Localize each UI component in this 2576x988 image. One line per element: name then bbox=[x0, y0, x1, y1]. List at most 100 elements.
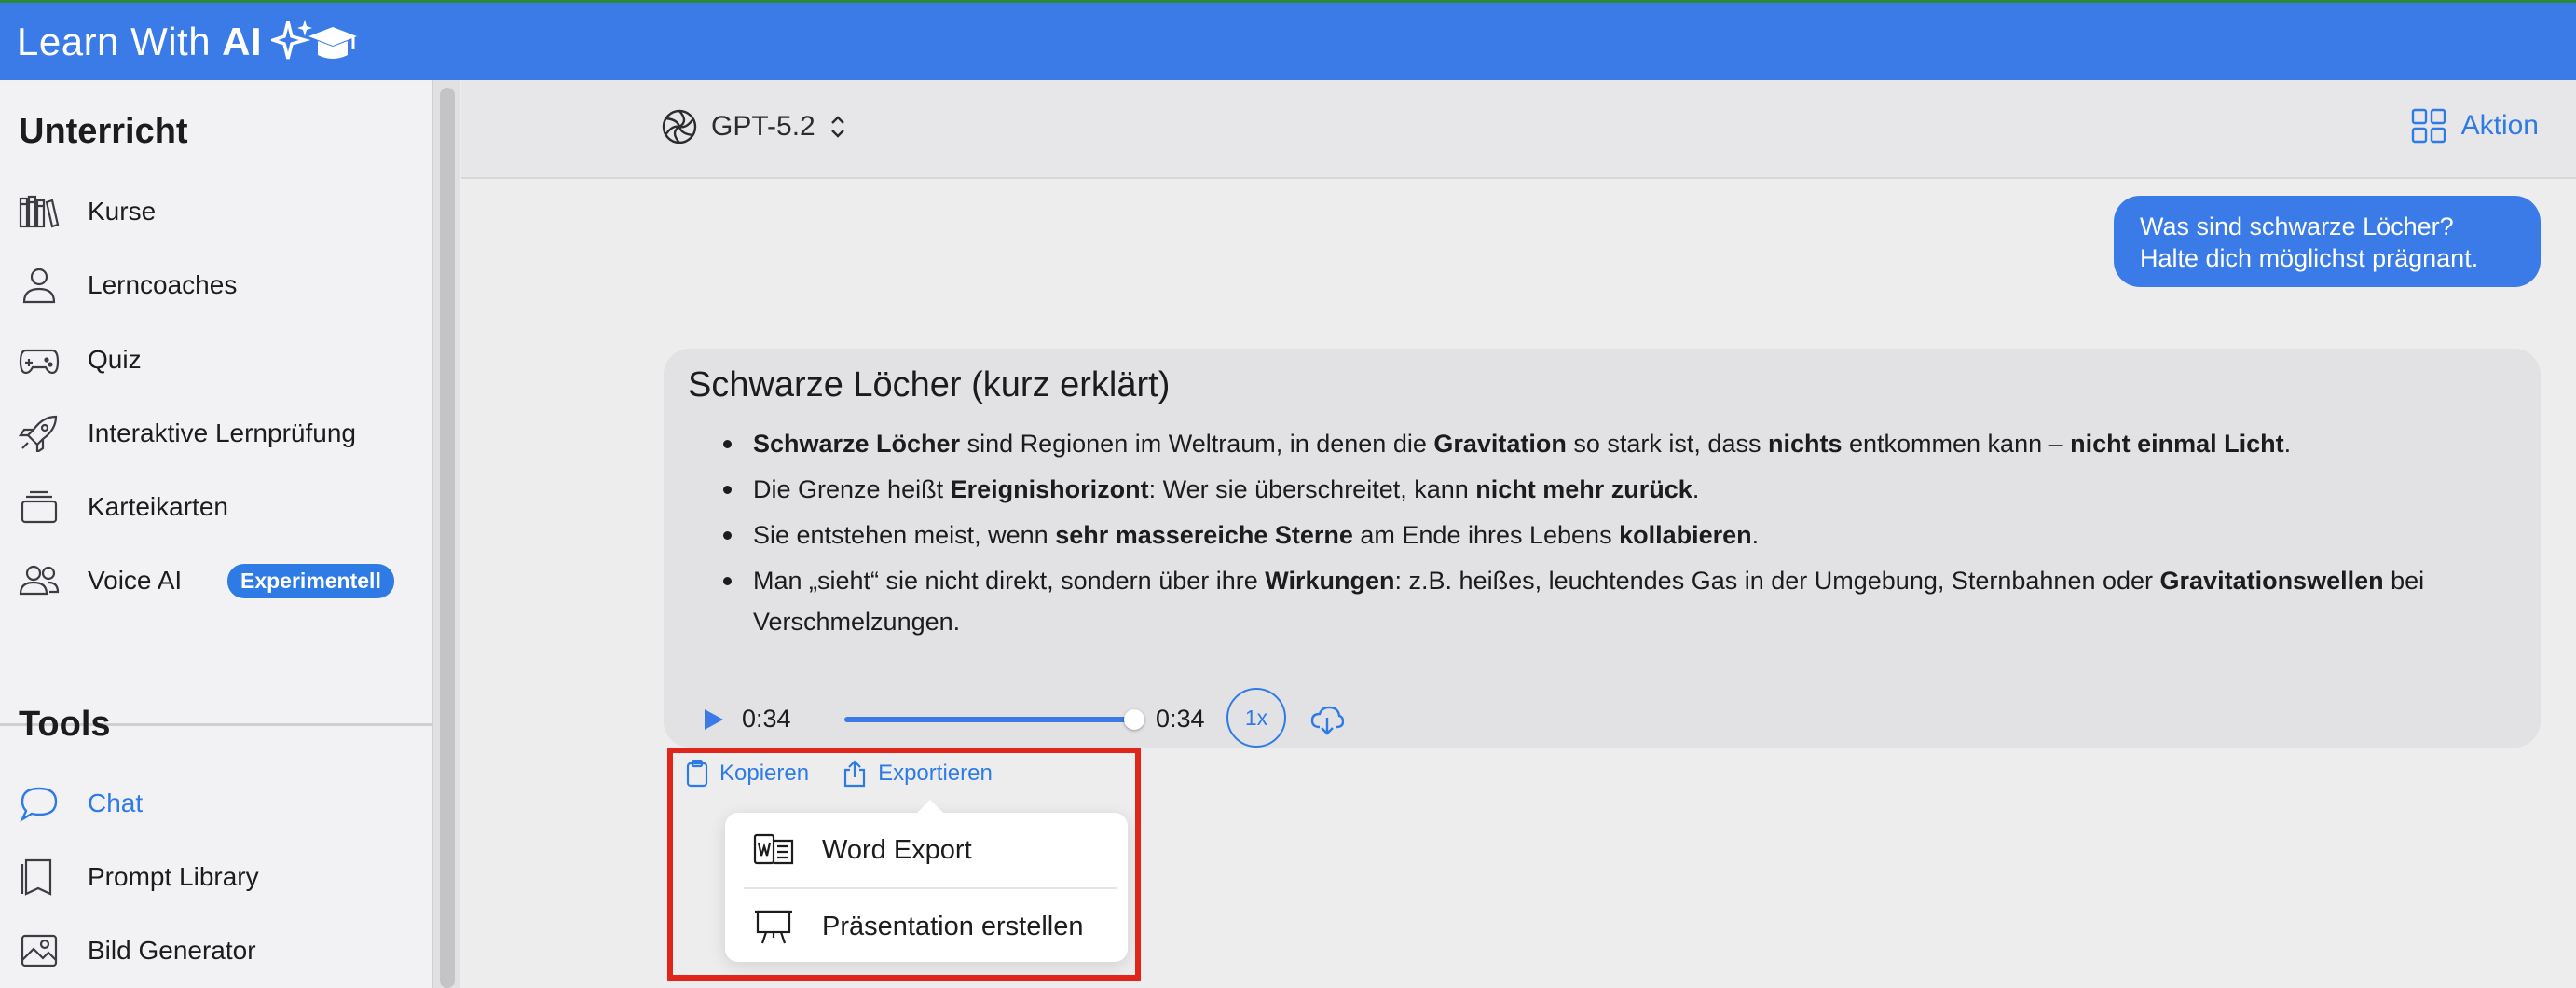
rocket-icon bbox=[19, 415, 58, 452]
action-button[interactable]: Aktion bbox=[2411, 108, 2539, 144]
sidebar-label: Lerncoaches bbox=[88, 270, 238, 299]
sidebar-item-lernpruefung[interactable]: Interaktive Lernprüfung bbox=[0, 404, 432, 463]
menu-item-label: Präsentation erstellen bbox=[822, 911, 1084, 941]
audio-progress-track[interactable] bbox=[844, 717, 1130, 722]
bold-text: nichts bbox=[1767, 430, 1843, 458]
text: . bbox=[1692, 475, 1700, 503]
sidebar-scrollbar[interactable] bbox=[432, 80, 460, 988]
audio-player: 0:34 0:34 1x bbox=[688, 688, 1359, 748]
image-icon bbox=[21, 934, 58, 967]
menu-item-word-export[interactable]: Word Export bbox=[725, 813, 1128, 887]
chat-header: GPT-5.2 Aktion bbox=[461, 80, 2576, 179]
bold-text: Ereignishorizont bbox=[950, 475, 1149, 503]
bold-text: kollabieren bbox=[1619, 521, 1752, 549]
book-icon bbox=[21, 858, 52, 896]
audio-progress-knob[interactable] bbox=[1124, 709, 1144, 730]
bold-text: Gravitationswellen bbox=[2159, 567, 2384, 595]
user-message-line: Was sind schwarze Löcher? bbox=[2140, 213, 2454, 240]
clipboard-icon bbox=[686, 760, 708, 788]
answer-bullet: Sie entstehen meist, wenn sehr massereic… bbox=[688, 515, 2514, 556]
answer-title: Schwarze Löcher (kurz erklärt) bbox=[688, 365, 1171, 405]
person-icon bbox=[22, 268, 56, 304]
app-logo[interactable]: Learn With AI bbox=[17, 16, 361, 68]
experimental-badge: Experimentell bbox=[227, 564, 394, 598]
bold-text: sehr massereiche Sterne bbox=[1055, 521, 1353, 549]
text: : z.B. heißes, leuchtendes Gas in der Um… bbox=[1394, 567, 2160, 595]
share-export-icon bbox=[843, 760, 866, 788]
sidebar-label: Karteikarten bbox=[88, 492, 228, 521]
sidebar-item-lerncoaches[interactable]: Lerncoaches bbox=[0, 255, 432, 315]
word-doc-icon bbox=[753, 833, 794, 865]
sparkles-graduation-cap-icon bbox=[271, 19, 358, 59]
text: : Wer sie überschreitet, kann bbox=[1148, 475, 1476, 503]
grid-icon bbox=[2411, 108, 2446, 144]
sidebar-item-voice-ai[interactable]: Voice AI Experimentell bbox=[0, 551, 432, 611]
export-button[interactable]: Exportieren bbox=[843, 760, 993, 788]
copy-button[interactable]: Kopieren bbox=[686, 760, 809, 788]
model-selector[interactable]: GPT-5.2 bbox=[661, 108, 847, 145]
play-icon[interactable] bbox=[701, 707, 725, 733]
answer-bullet: Man „sieht“ sie nicht direkt, sondern üb… bbox=[688, 560, 2514, 642]
menu-item-label: Word Export bbox=[822, 834, 972, 865]
bold-text: Schwarze Löcher bbox=[753, 430, 961, 458]
text: Sie entstehen meist, wenn bbox=[753, 521, 1056, 549]
app-title-bold: AI bbox=[222, 19, 263, 63]
app-header: Learn With AI bbox=[0, 0, 2576, 80]
section-title-unterricht: Unterricht bbox=[19, 112, 188, 151]
bold-text: nicht mehr zurück bbox=[1475, 475, 1692, 503]
chat-bubble-icon bbox=[20, 787, 58, 822]
sidebar-item-chat[interactable]: Chat bbox=[0, 774, 432, 833]
openai-logo-icon bbox=[662, 109, 697, 144]
people-icon bbox=[19, 565, 60, 596]
app-title: Learn With bbox=[17, 19, 212, 63]
sidebar-label: Prompt Library bbox=[88, 862, 259, 891]
presentation-easel-icon bbox=[755, 910, 792, 944]
sidebar-label: Quiz bbox=[88, 345, 142, 374]
message-actions: Kopieren Exportieren bbox=[686, 755, 1026, 792]
bold-text: Gravitation bbox=[1433, 430, 1567, 458]
sidebar: Unterricht Kurse Lerncoaches Quiz Intera… bbox=[0, 80, 432, 988]
text: . bbox=[2283, 430, 2292, 458]
answer-bullet-list: Schwarze Löcher sind Regionen im Weltrau… bbox=[688, 423, 2514, 647]
cards-stack-icon bbox=[21, 490, 58, 524]
sidebar-item-quiz[interactable]: Quiz bbox=[0, 330, 432, 390]
text: sind Regionen im Weltraum, in denen die bbox=[960, 430, 1434, 458]
user-message-line: Halte dich möglichst prägnant. bbox=[2140, 244, 2479, 272]
bold-text: Wirkungen bbox=[1265, 567, 1395, 595]
answer-bullet: Schwarze Löcher sind Regionen im Weltrau… bbox=[688, 423, 2514, 464]
text: so stark ist, dass bbox=[1566, 430, 1768, 458]
model-name: GPT-5.2 bbox=[711, 111, 815, 142]
audio-total-time: 0:34 bbox=[1156, 705, 1205, 733]
sidebar-label: Interaktive Lernprüfung bbox=[88, 419, 356, 447]
sidebar-label: Chat bbox=[88, 789, 144, 817]
menu-item-presentation[interactable]: Präsentation erstellen bbox=[725, 889, 1128, 964]
sidebar-item-karteikarten[interactable]: Karteikarten bbox=[0, 477, 432, 537]
text: . bbox=[1751, 521, 1760, 549]
sidebar-item-bild-generator[interactable]: Bild Generator bbox=[0, 921, 432, 981]
audio-current-time: 0:34 bbox=[742, 705, 791, 733]
text: Die Grenze heißt bbox=[753, 475, 951, 503]
sidebar-label: Kurse bbox=[88, 197, 157, 226]
playback-speed-button[interactable]: 1x bbox=[1226, 688, 1286, 748]
sidebar-item-prompt-library[interactable]: Prompt Library bbox=[0, 847, 432, 907]
cloud-download-icon[interactable] bbox=[1310, 705, 1344, 736]
user-message: Was sind schwarze Löcher? Halte dich mög… bbox=[2114, 196, 2541, 287]
sidebar-label: Voice AI bbox=[88, 566, 183, 595]
section-title-tools: Tools bbox=[19, 705, 111, 744]
sidebar-item-kurse[interactable]: Kurse bbox=[0, 182, 432, 241]
assistant-message: Schwarze Löcher (kurz erklärt) Schwarze … bbox=[664, 349, 2541, 748]
copy-label: Kopieren bbox=[719, 761, 810, 786]
gamecontroller-icon bbox=[19, 349, 60, 375]
books-icon bbox=[19, 195, 60, 228]
text: entkommen kann – bbox=[1842, 430, 2071, 458]
answer-bullet: Die Grenze heißt Ereignishorizont: Wer s… bbox=[688, 469, 2514, 510]
bold-text: nicht einmal Licht bbox=[2070, 430, 2284, 458]
scrollbar-thumb[interactable] bbox=[440, 88, 455, 988]
text: Man „sieht“ sie nicht direkt, sondern üb… bbox=[753, 567, 1266, 595]
export-label: Exportieren bbox=[878, 761, 993, 786]
sidebar-label: Bild Generator bbox=[88, 936, 256, 965]
action-label: Aktion bbox=[2460, 110, 2539, 141]
export-menu: Word Export Präsentation erstellen bbox=[725, 800, 1128, 964]
text: am Ende ihres Lebens bbox=[1352, 521, 1620, 549]
chevron-up-down-icon bbox=[830, 116, 844, 138]
